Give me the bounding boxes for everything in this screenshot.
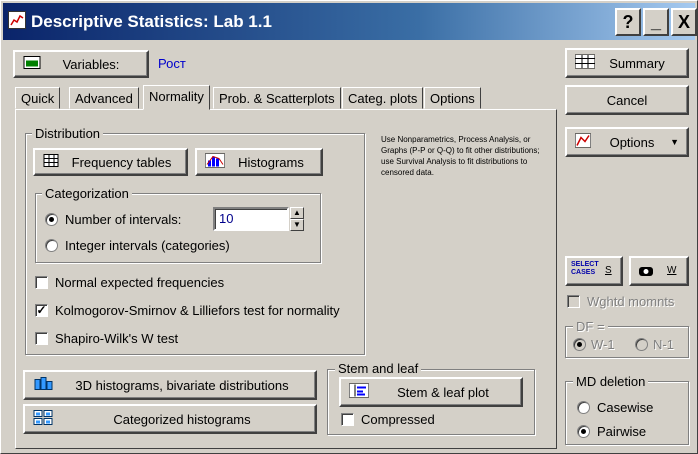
dialog-window: Descriptive Statistics: Lab 1.1 ? _ X Va… <box>0 0 698 454</box>
ks-lilliefors-label: Kolmogorov-Smirnov & Lilliefors test for… <box>55 303 340 318</box>
df-w1-label: W-1 <box>591 337 615 352</box>
wghtd-momnts-label: Wghtd momnts <box>587 294 675 309</box>
info-note: Use Nonparametrics, Process Analysis, or… <box>381 135 540 177</box>
wghtd-momnts-checkbox[interactable] <box>567 295 580 308</box>
close-button[interactable]: X <box>671 8 697 36</box>
df-title: DF = <box>573 319 608 334</box>
histograms-button[interactable]: Histograms <box>195 148 323 176</box>
compressed-checkbox[interactable] <box>341 413 354 426</box>
frequency-tables-label: Frequency tables <box>71 154 172 170</box>
window-title: Descriptive Statistics: Lab 1.1 <box>31 12 272 31</box>
variables-label: Variables: <box>62 56 120 72</box>
frequency-tables-button[interactable]: Frequency tables <box>33 148 188 176</box>
categorized-icon <box>33 410 53 429</box>
spin-up-button[interactable]: ▲ <box>290 207 304 219</box>
categorized-histograms-button[interactable]: Categorized histograms <box>23 404 317 434</box>
df-n1-label: N-1 <box>653 337 674 352</box>
tab-normality[interactable]: Normality <box>143 85 210 110</box>
3d-histograms-button[interactable]: 3D histograms, bivariate distributions <box>23 370 317 400</box>
table-icon <box>43 154 59 171</box>
shapiro-wilk-checkbox[interactable] <box>35 332 48 345</box>
variables-value: Рост <box>158 56 186 71</box>
shapiro-wilk-label: Shapiro-Wilk's W test <box>55 331 179 346</box>
weight-icon <box>637 264 655 281</box>
tab-quick[interactable]: Quick <box>15 87 61 109</box>
select-cases-s-label: S <box>605 265 612 276</box>
weight-w-label: W <box>667 265 677 276</box>
number-of-intervals-label: Number of intervals: <box>65 212 182 227</box>
casewise-radio[interactable] <box>577 401 590 414</box>
dropdown-arrow-icon: ▼ <box>670 137 679 147</box>
pairwise-radio[interactable] <box>577 425 590 438</box>
summary-button[interactable]: Summary <box>565 48 689 78</box>
spin-down-button[interactable]: ▼ <box>290 219 304 231</box>
options-icon <box>574 133 592 151</box>
df-w1-radio[interactable] <box>573 338 586 351</box>
select-cases-button[interactable]: SELECT CASES S <box>565 256 623 286</box>
app-icon <box>8 11 26 29</box>
tab-advanced[interactable]: Advanced <box>69 87 139 109</box>
categorized-histograms-label: Categorized histograms <box>113 411 251 427</box>
options-label: Options <box>609 134 655 150</box>
tab-categ-plots[interactable]: Categ. plots <box>342 87 424 109</box>
tab-options[interactable]: Options <box>424 87 481 109</box>
summary-label: Summary <box>609 55 665 71</box>
stem-leaf-icon <box>348 383 370 401</box>
integer-intervals-radio[interactable] <box>45 239 58 252</box>
select-cases-icon: SELECT CASES <box>571 261 599 277</box>
tab-prob-scatterplots[interactable]: Prob. & Scatterplots <box>213 87 341 109</box>
df-n1-radio[interactable] <box>635 338 648 351</box>
variables-button[interactable]: Variables: <box>13 50 149 78</box>
cancel-label: Cancel <box>606 92 648 108</box>
weight-button[interactable]: W <box>629 256 689 286</box>
variables-icon <box>23 56 41 73</box>
stem-leaf-plot-label: Stem & leaf plot <box>397 384 489 400</box>
help-button[interactable]: ? <box>615 8 641 36</box>
title-bar[interactable]: Descriptive Statistics: Lab 1.1 ? _ X <box>3 3 697 40</box>
normal-expected-checkbox[interactable] <box>35 276 48 289</box>
3d-histograms-label: 3D histograms, bivariate distributions <box>75 377 289 393</box>
number-of-intervals-radio[interactable] <box>45 213 58 226</box>
pairwise-label: Pairwise <box>597 424 647 439</box>
options-button[interactable]: Options ▼ <box>565 127 689 157</box>
histogram-icon <box>204 153 226 171</box>
distribution-title: Distribution <box>32 126 104 141</box>
summary-icon <box>574 54 596 72</box>
md-deletion-title: MD deletion <box>573 374 649 389</box>
3d-histogram-icon <box>33 376 53 395</box>
casewise-label: Casewise <box>597 400 654 415</box>
select-cases-bottom-text: CASES <box>571 269 596 276</box>
ks-lilliefors-checkbox[interactable]: ✓ <box>35 304 48 317</box>
select-cases-top-text: SELECT <box>571 261 599 268</box>
compressed-label: Compressed <box>361 412 435 427</box>
cancel-button[interactable]: Cancel <box>565 85 689 115</box>
stem-leaf-title: Stem and leaf <box>335 361 422 376</box>
minimize-button[interactable]: _ <box>643 8 669 36</box>
histograms-label: Histograms <box>238 154 304 170</box>
stem-leaf-plot-button[interactable]: Stem & leaf plot <box>339 377 523 407</box>
categorization-title: Categorization <box>42 186 132 201</box>
intervals-input[interactable]: 10 <box>213 207 289 231</box>
integer-intervals-label: Integer intervals (categories) <box>65 238 230 253</box>
normal-expected-label: Normal expected frequencies <box>55 275 225 290</box>
